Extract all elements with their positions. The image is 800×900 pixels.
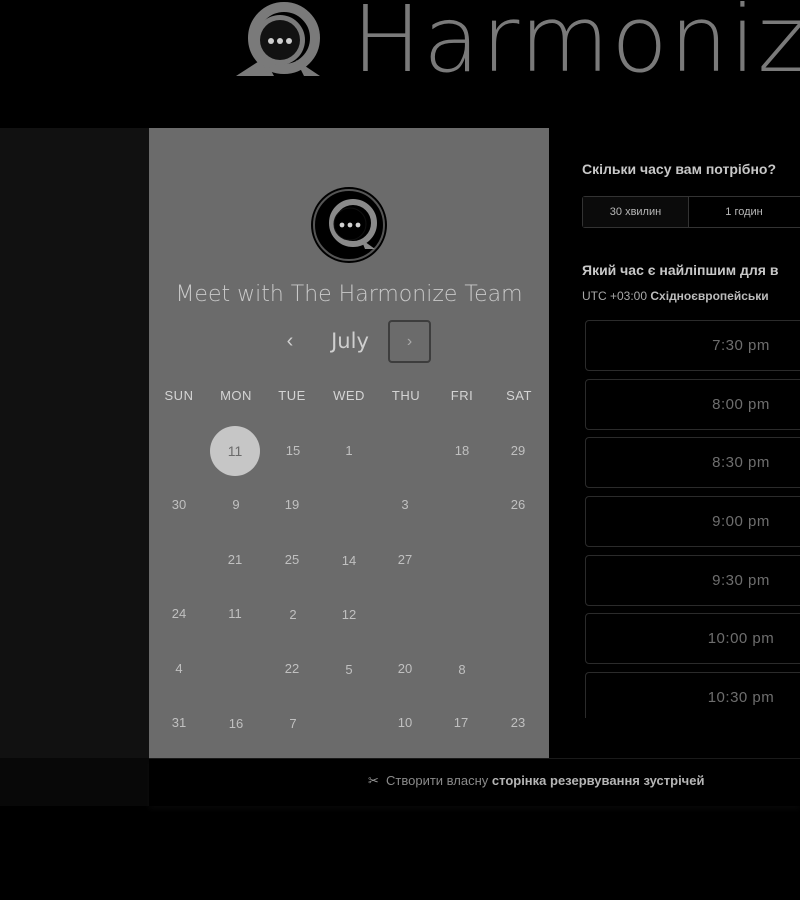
time-slot-label: 8:30 pm [712,454,770,471]
time-slot[interactable]: 9:00 pm [585,496,800,547]
day-cell[interactable]: 19 [272,493,312,517]
time-slot[interactable]: 10:00 pm [585,613,800,664]
footer-link-bold: сторінка резервування зустрічей [491,773,705,788]
day-cell[interactable]: 29 [498,439,538,463]
calendar-panel: Meet with The Harmonize Team ‹ July › SU… [149,128,549,758]
day-cell[interactable]: 22 [272,657,312,681]
logo-text: Harmoniz [352,0,800,93]
month-navigation: ‹ July › [149,320,549,364]
day-cell[interactable]: 24 [159,602,199,626]
day-cell[interactable]: 8 [442,658,482,682]
day-cell[interactable]: 11 [215,602,255,626]
day-cell[interactable]: 3 [385,493,425,517]
day-cell[interactable]: 21 [215,548,255,572]
day-cell[interactable]: 25 [272,548,312,572]
weekday-wed: WED [333,388,365,403]
weekday-tue: TUE [278,388,306,403]
booking-panel: Скільки часу вам потрібно? 30 хвилин 1 г… [549,128,800,758]
time-slot-list[interactable]: 7:30 pm 8:00 pm 8:30 pm 9:00 pm 9:30 pm … [585,320,800,718]
harmonize-logo-icon [236,2,320,76]
day-cell[interactable]: 7 [273,712,313,736]
next-month-button[interactable]: › [388,320,431,363]
scissors-icon: ✂ [368,773,379,788]
duration-question: Скільки часу вам потрібно? [582,161,777,177]
day-cell[interactable]: 27 [385,548,425,572]
weekday-thu: THU [391,388,421,403]
day-cell-selected[interactable]: 11 [210,426,260,476]
time-slot-label: 7:30 pm [712,337,770,354]
day-cell[interactable]: 4 [159,657,199,681]
month-label: July [331,329,369,353]
timezone-name: Східноєвропейськи [650,289,769,303]
calendar-title: Meet with The Harmonize Team [175,282,523,307]
weekday-sun: SUN [164,388,194,403]
time-slot-label: 9:00 pm [712,513,770,530]
day-cell[interactable]: 18 [442,439,482,463]
time-question: Який час є найліпшим для в [582,262,779,278]
team-avatar-icon [311,187,387,263]
footer-bar: ✂ Створити власну сторінка резервування з… [149,758,800,806]
side-background-bottom [0,758,150,806]
weekday-sat: SAT [506,388,532,403]
time-slot-label: 8:00 pm [712,396,770,413]
time-slot[interactable]: 7:30 pm [585,320,800,371]
day-cell[interactable]: 10 [385,711,425,735]
previous-month-button[interactable]: ‹ [276,326,304,356]
weekday-mon: MON [220,388,252,403]
day-cell[interactable]: 12 [329,603,369,627]
day-cell[interactable]: 2 [273,603,313,627]
side-background [0,128,150,758]
create-booking-page-link[interactable]: ✂ Створити власну сторінка резервування з… [368,773,704,789]
weekday-header: SUN MON TUE WED THU FRI SAT [149,388,549,408]
duration-selector: 30 хвилин 1 годин [582,196,800,228]
header: Harmoniz [0,0,800,128]
time-slot[interactable]: 8:00 pm [585,379,800,430]
day-cell[interactable]: 26 [498,493,538,517]
time-slot-label: 9:30 pm [712,572,770,589]
day-cell[interactable]: 5 [329,658,369,682]
day-cell[interactable]: 14 [329,549,369,573]
time-slot[interactable]: 8:30 pm [585,437,800,488]
day-cell[interactable]: 16 [216,712,256,736]
time-slot[interactable]: 9:30 pm [585,555,800,606]
day-cell[interactable]: 31 [159,711,199,735]
day-cell[interactable]: 15 [273,439,313,463]
duration-option-30min[interactable]: 30 хвилин [583,197,689,227]
time-slot-label: 10:00 pm [707,630,775,647]
duration-option-1hour[interactable]: 1 годин [689,197,799,227]
footer-prefix: Створити власну [386,773,489,788]
day-cell[interactable]: 17 [441,711,481,735]
weekday-fri: FRI [450,388,474,403]
timezone-info[interactable]: UTC +03:00 Східноєвропейськи [582,289,769,303]
day-cell[interactable]: 20 [385,657,425,681]
day-cell[interactable]: 30 [159,493,199,517]
day-cell[interactable]: 1 [329,439,369,463]
time-slot-label: 10:30 pm [707,689,775,706]
day-cell[interactable]: 23 [498,711,538,735]
time-slot[interactable]: 10:30 pm [585,672,800,718]
day-cell[interactable]: 9 [216,493,256,517]
timezone-offset: UTC +03:00 [582,289,648,303]
